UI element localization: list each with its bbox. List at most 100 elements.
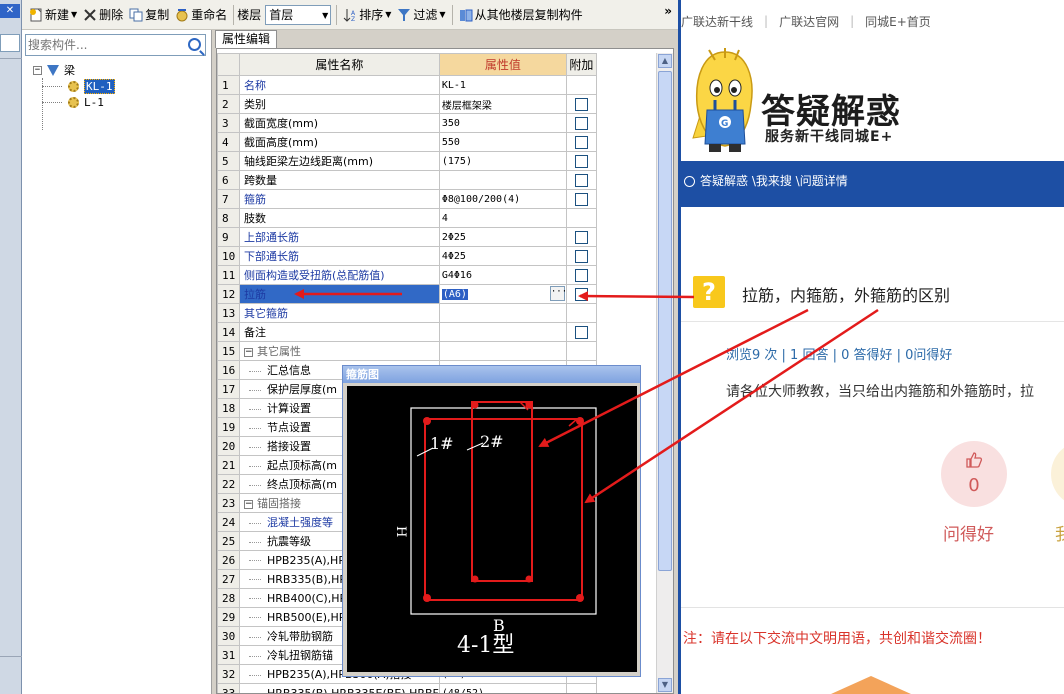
property-name-cell[interactable]: 类别	[239, 94, 440, 114]
property-value-cell[interactable]	[438, 170, 567, 190]
search-input[interactable]	[28, 36, 178, 54]
property-value-cell[interactable]: G4Φ16	[438, 265, 567, 285]
property-name-cell[interactable]: 轴线距梁左边线距离(mm)	[239, 151, 440, 171]
attach-checkbox[interactable]	[574, 325, 588, 339]
property-row[interactable]: 14 备注	[217, 322, 597, 342]
scrollbar-thumb[interactable]	[658, 71, 672, 571]
inner-stirrup	[471, 401, 533, 582]
attach-checkbox[interactable]	[574, 173, 588, 187]
property-value-cell[interactable]: 350	[438, 113, 567, 133]
question-stats[interactable]: 浏览9 次 | 1 回答 | 0 答得好 | 0问得好	[726, 344, 952, 363]
column-header-extra[interactable]: 附加	[565, 53, 597, 76]
attach-checkbox[interactable]	[574, 230, 588, 244]
group-collapse-toggle[interactable]: −	[244, 347, 253, 357]
scroll-down-arrow-icon[interactable]: ▼	[658, 678, 672, 692]
property-name-cell[interactable]: 截面宽度(mm)	[239, 113, 440, 133]
property-value: (175)	[441, 155, 472, 167]
column-header-value[interactable]: 属性值	[438, 53, 567, 76]
close-icon[interactable]: ✕	[0, 4, 20, 18]
rename-button[interactable]: 重命名	[172, 3, 230, 27]
property-row[interactable]: 9 上部通长筋 2Φ25	[217, 227, 597, 247]
stirrup-diagram-dialog[interactable]: 箍筋图 1# 2# H B 4-1型	[342, 365, 641, 677]
copy-button[interactable]: 复制	[126, 3, 172, 27]
second-action-button[interactable]	[1051, 441, 1064, 507]
delete-button[interactable]: 删除	[80, 3, 126, 27]
attach-checkbox[interactable]	[574, 154, 588, 168]
vertical-scrollbar[interactable]: ▲ ▼	[656, 53, 673, 693]
property-name-cell[interactable]: 侧面构造或受扭筋(总配筋值)	[239, 265, 440, 285]
property-row[interactable]: 10 下部通长筋 4Φ25	[217, 246, 597, 266]
collapse-toggle[interactable]: −	[33, 65, 42, 75]
side-field[interactable]	[0, 34, 20, 52]
property-name-cell[interactable]: 上部通长筋	[239, 227, 440, 247]
property-name-cell[interactable]: 跨数量	[239, 170, 440, 190]
nav-link-tongcheng[interactable]: 同城E+首页	[865, 13, 931, 30]
property-value-cell[interactable]: Φ8@100/200(4)	[438, 189, 567, 209]
property-value-editor[interactable]: (A6)	[441, 288, 468, 300]
attach-checkbox[interactable]	[574, 135, 588, 149]
property-name-cell[interactable]: 肢数	[239, 208, 440, 228]
tree-root-beam[interactable]: − 梁	[33, 62, 75, 78]
property-name-cell[interactable]: HRB335(B),HRB335E(BE),HRBF	[239, 683, 440, 693]
property-row[interactable]: 1 名称 KL-1	[217, 75, 597, 95]
property-row[interactable]: 15− 其它属性	[217, 341, 597, 361]
attach-checkbox[interactable]	[574, 97, 588, 111]
home-icon[interactable]	[684, 176, 695, 187]
property-name-cell[interactable]: 拉筋	[239, 284, 440, 304]
attach-checkbox[interactable]	[574, 249, 588, 263]
property-row[interactable]: 5 轴线距梁左边线距离(mm) (175)	[217, 151, 597, 171]
search-icon[interactable]	[188, 38, 201, 51]
property-name-cell[interactable]: 截面高度(mm)	[239, 132, 440, 152]
new-button[interactable]: 新建 ▼	[26, 3, 80, 27]
property-value-cell[interactable]: 4	[438, 208, 567, 228]
good-question-button[interactable]: 0	[941, 441, 1007, 507]
attach-checkbox[interactable]	[574, 268, 588, 282]
ellipsis-button[interactable]: ···	[549, 286, 565, 301]
attach-checkbox[interactable]	[574, 287, 588, 301]
column-header-name[interactable]: 属性名称	[239, 53, 440, 76]
property-name-cell[interactable]: 下部通长筋	[239, 246, 440, 266]
property-name-cell[interactable]: 箍筋	[239, 189, 440, 209]
property-value-cell[interactable]: 楼层框架梁	[438, 94, 567, 114]
property-row[interactable]: 7 箍筋 Φ8@100/200(4)	[217, 189, 597, 209]
property-row[interactable]: 13 其它箍筋	[217, 303, 597, 323]
property-row[interactable]: 12 拉筋 (A6) ···	[217, 284, 597, 304]
property-row[interactable]: 4 截面高度(mm) 550	[217, 132, 597, 152]
property-value-cell[interactable]: KL-1	[438, 75, 567, 95]
property-value-cell[interactable]	[438, 303, 567, 323]
property-value-cell[interactable]	[438, 322, 567, 342]
property-value-cell[interactable]: 2Φ25	[438, 227, 567, 247]
floor-select[interactable]: 首层 ▼	[265, 4, 332, 25]
row-number: 14	[217, 322, 240, 342]
property-value-cell[interactable]: (48/52)	[438, 683, 567, 693]
nav-link-official[interactable]: 广联达官网	[779, 13, 839, 30]
property-row[interactable]: 11 侧面构造或受扭筋(总配筋值) G4Φ16	[217, 265, 597, 285]
toolbar-overflow-button[interactable]: »	[664, 4, 672, 18]
attach-checkbox[interactable]	[574, 192, 588, 206]
group-collapse-toggle[interactable]: −	[244, 499, 253, 509]
property-value-cell[interactable]: (175)	[438, 151, 567, 171]
property-name-cell[interactable]: − 其它属性	[239, 341, 440, 361]
property-value-cell[interactable]: (A6) ···	[438, 284, 567, 304]
property-value-cell[interactable]: 4Φ25	[438, 246, 567, 266]
breadcrumb-text[interactable]: 答疑解惑 \我来搜 \问题详情	[700, 174, 848, 188]
property-name-cell[interactable]: 备注	[239, 322, 440, 342]
attach-checkbox[interactable]	[574, 116, 588, 130]
filter-button[interactable]: 过滤 ▼	[394, 3, 448, 27]
property-row[interactable]: 3 截面宽度(mm) 350	[217, 113, 597, 133]
property-name-cell[interactable]: 名称	[239, 75, 440, 95]
property-value-cell[interactable]: 550	[438, 132, 567, 152]
property-row[interactable]: 6 跨数量	[217, 170, 597, 190]
property-row[interactable]: 8 肢数 4	[217, 208, 597, 228]
tree-item-kl-1[interactable]: KL-1	[68, 78, 115, 94]
copy-from-floor-button[interactable]: 从其他楼层复制构件	[456, 3, 586, 27]
sort-button[interactable]: AZ 排序 ▼	[340, 3, 394, 27]
tab-property-edit[interactable]: 属性编辑	[215, 30, 278, 48]
property-name-cell[interactable]: 其它箍筋	[239, 303, 440, 323]
property-value-cell[interactable]	[438, 341, 567, 361]
nav-link-xinganxian[interactable]: 广联达新干线	[681, 13, 753, 30]
property-row[interactable]: 2 类别 楼层框架梁	[217, 94, 597, 114]
property-row[interactable]: 33 HRB335(B),HRB335E(BE),HRBF (48/52)	[217, 683, 597, 693]
tree-item-l-1[interactable]: L-1	[68, 94, 104, 110]
scroll-up-arrow-icon[interactable]: ▲	[658, 54, 672, 68]
